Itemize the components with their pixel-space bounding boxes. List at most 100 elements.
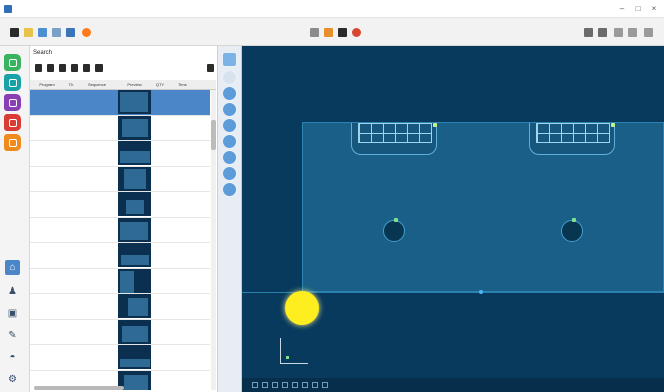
copy-icon[interactable] [71,64,78,72]
app-icon [4,5,12,13]
measure-icon[interactable] [222,166,237,181]
close-icon[interactable]: × [648,3,660,15]
play-icon[interactable] [338,28,347,37]
orange-tab[interactable] [4,134,21,151]
qty-cell [153,371,167,391]
part-preview-thumbnail [118,217,151,242]
hole-cutout[interactable] [561,220,583,242]
horizontal-scrollbar[interactable] [34,386,124,390]
export-icon[interactable] [59,64,66,72]
folder-open-icon[interactable] [35,64,42,72]
path-toggle-icon[interactable] [322,382,328,388]
table-row[interactable] [30,141,210,167]
filter-icon[interactable] [95,64,103,72]
color-icon[interactable] [82,28,91,37]
main-toolbar [0,18,664,46]
save-icon[interactable] [10,28,19,37]
blank-tool-icon[interactable] [222,70,237,85]
window-icon[interactable] [644,28,653,37]
table-row[interactable] [30,294,210,320]
hole-cutout[interactable] [383,220,405,242]
pan-icon[interactable] [222,134,237,149]
maximize-icon[interactable]: □ [632,3,644,15]
rotate-icon[interactable] [222,150,237,165]
minimize-icon[interactable]: – [616,3,628,15]
grid-toggle-icon[interactable] [262,382,268,388]
part-preview-thumbnail [118,141,151,165]
grid-icon[interactable] [614,28,623,37]
table-row[interactable] [30,345,210,371]
orange-tab-icon [8,138,17,147]
import-icon[interactable] [47,64,54,72]
select-icon[interactable] [222,182,237,197]
sequence-cell [78,345,116,370]
column-header[interactable]: Th [64,80,78,89]
column-header[interactable]: Sequence [78,80,116,89]
label-toggle-icon[interactable] [312,382,318,388]
axis-y-indicator [280,338,281,364]
network-button[interactable]: ⚙ [5,372,20,387]
chart-icon[interactable] [352,28,361,37]
preview-cell [116,294,153,319]
fill-toggle-icon[interactable] [302,382,308,388]
database-button[interactable]: ▣ [5,306,20,321]
home-button[interactable]: ⌂ [5,260,20,275]
pocket-cutout[interactable] [529,123,615,155]
tools-button[interactable]: ✎ [5,328,20,343]
undo-icon[interactable] [584,28,593,37]
layer-toggle-icon[interactable] [292,382,298,388]
panel-menu-icon[interactable] [207,64,214,72]
table-row[interactable] [30,166,210,192]
column-header[interactable]: Program [30,80,64,89]
qty-cell [153,116,167,141]
preview-cell [116,192,153,217]
drawing-canvas[interactable] [242,46,664,392]
table-row[interactable] [30,192,210,218]
zoom-out-icon[interactable] [222,102,237,117]
edit-icon[interactable] [38,28,47,37]
column-header[interactable]: QTY [153,80,167,89]
layers-icon[interactable] [222,52,237,67]
pocket-cutout[interactable] [351,123,437,155]
time-cell [167,243,198,268]
palette-button[interactable]: ◓ [5,350,20,365]
teal-tab[interactable] [4,74,21,91]
preview-cell [116,268,153,294]
image-icon[interactable] [310,28,319,37]
table-row[interactable] [30,90,210,116]
preview-cell [116,115,153,141]
table-row[interactable] [30,319,210,345]
column-header[interactable]: Preview [116,80,153,89]
table-row[interactable] [30,115,210,141]
user-settings-button[interactable]: ♟ [5,284,20,299]
redo-icon[interactable] [598,28,607,37]
program-cell [30,269,64,294]
scrollbar-thumb[interactable] [211,120,216,150]
purple-tab[interactable] [4,94,21,111]
time-cell [167,141,198,166]
zoom-fit-icon[interactable] [222,118,237,133]
red-tab[interactable] [4,114,21,131]
note-icon[interactable] [324,28,333,37]
table-row[interactable] [30,243,210,269]
measure-toggle-icon[interactable] [282,382,288,388]
delete-icon[interactable] [83,64,90,72]
database-icon: ▣ [7,308,18,319]
vertical-scrollbar[interactable] [211,90,216,390]
green-tab-icon [8,58,17,67]
zoom-in-icon[interactable] [222,86,237,101]
preview-cell [116,90,153,115]
settings-icon[interactable] [66,28,75,37]
green-tab[interactable] [4,54,21,71]
sheet-plate[interactable] [302,122,664,292]
print-icon[interactable] [52,28,61,37]
table-row[interactable] [30,268,210,294]
snap-icon[interactable] [252,382,258,388]
ortho-icon[interactable] [272,382,278,388]
column-header[interactable]: Time [167,80,198,89]
sequence-cell [78,141,116,166]
table-row[interactable] [30,217,210,243]
qty-cell [153,192,167,217]
folder-icon[interactable] [24,28,33,37]
layout-icon[interactable] [628,28,637,37]
